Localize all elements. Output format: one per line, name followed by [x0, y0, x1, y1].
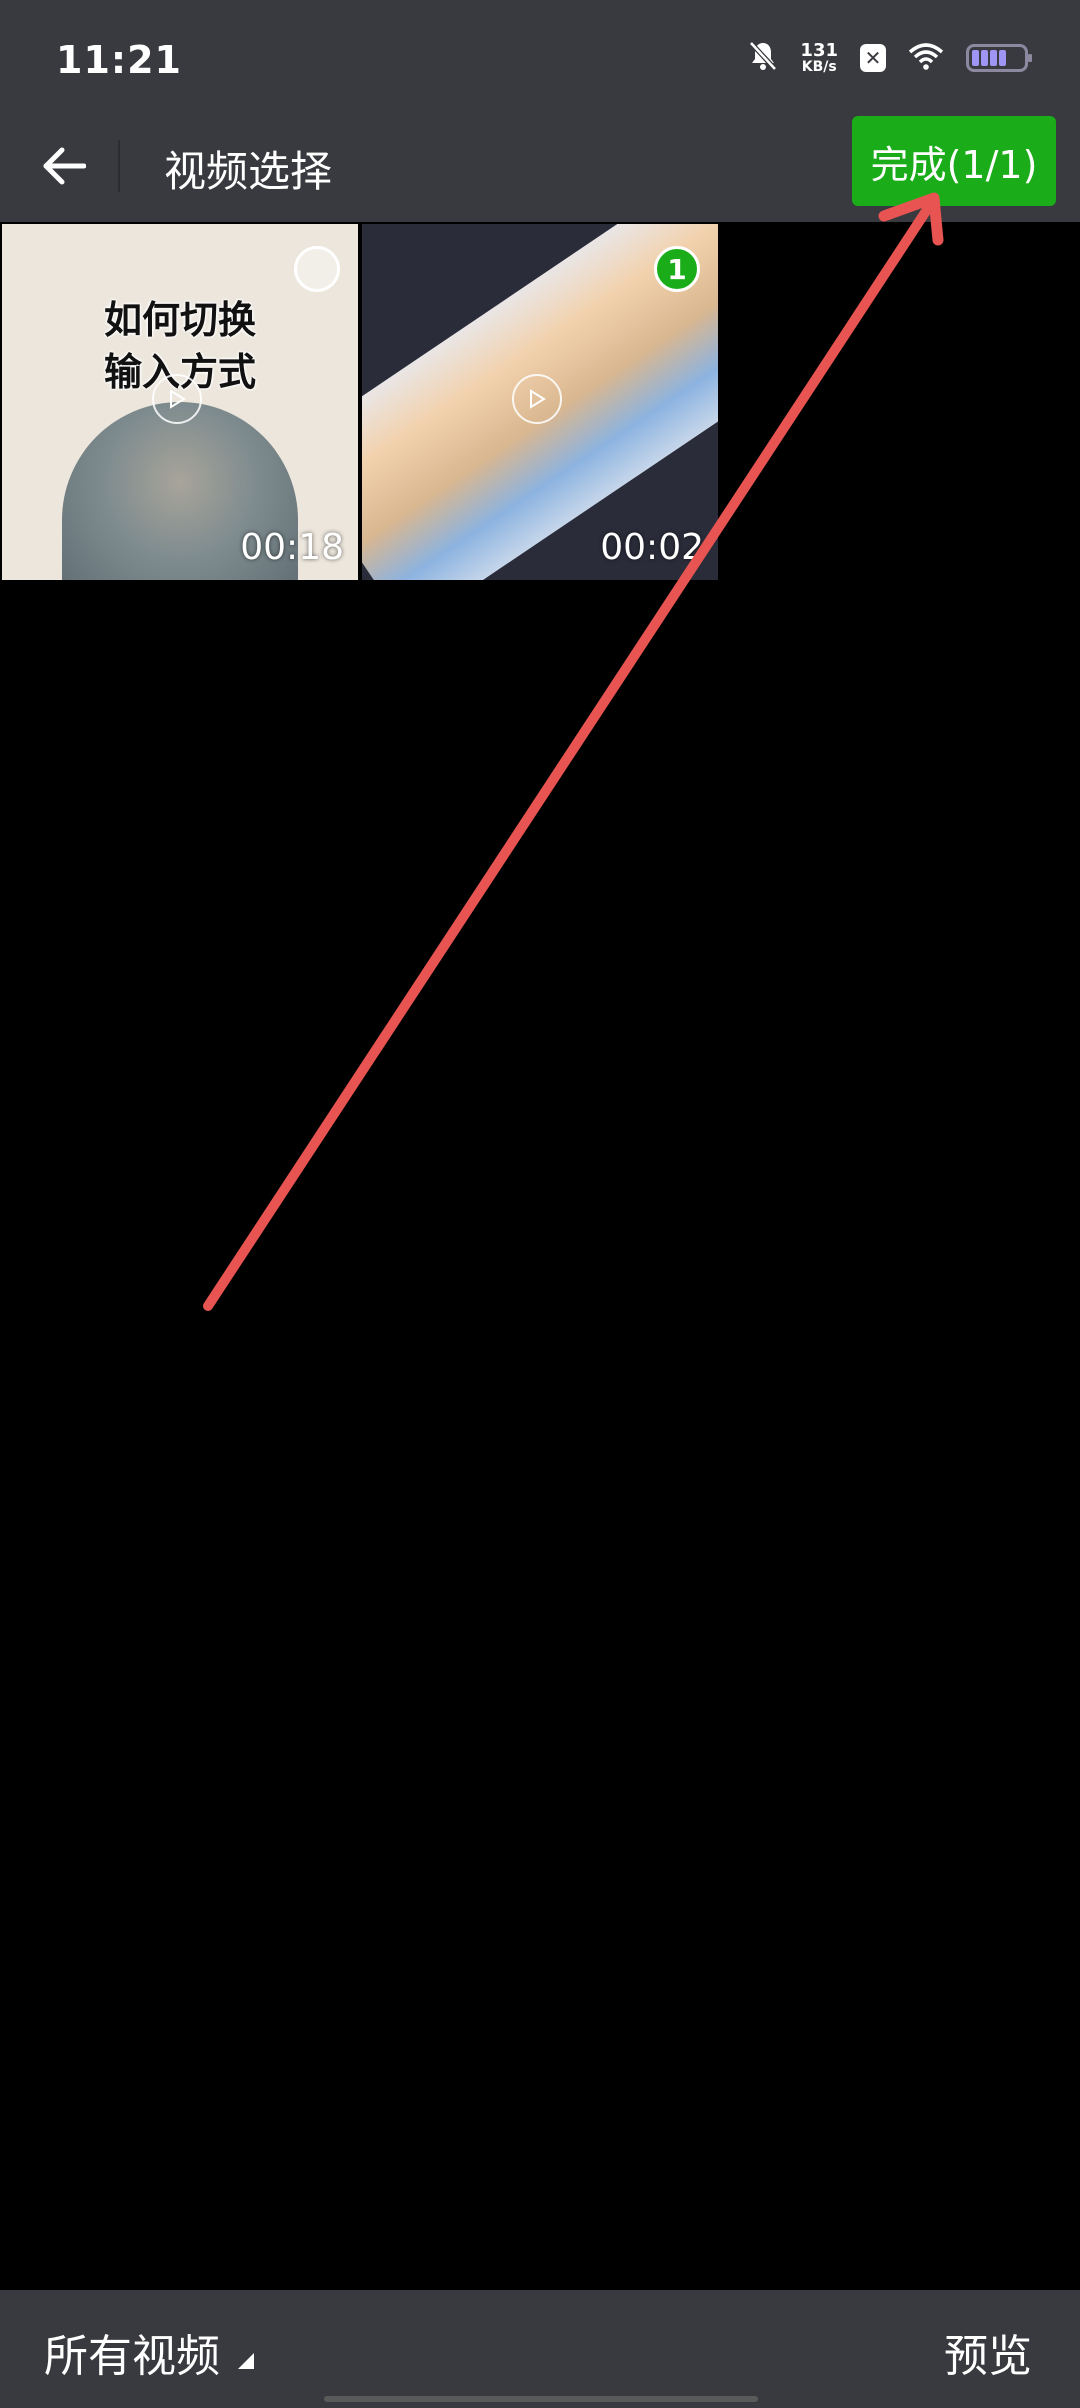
video-duration: 00:18 [240, 527, 344, 568]
home-indicator [324, 2396, 758, 2402]
status-bar: 11:21 131 KB/s ✕ [0, 0, 1080, 110]
bottom-bar: 所有视频 预览 [0, 2290, 1080, 2408]
x-app-icon: ✕ [860, 44, 886, 72]
preview-button[interactable]: 预览 [944, 2320, 1032, 2384]
play-icon [152, 374, 202, 424]
play-icon [512, 374, 562, 424]
page-title: 视频选择 [164, 147, 333, 196]
select-checkbox[interactable] [294, 246, 340, 292]
wifi-icon [908, 42, 944, 74]
caret-icon [238, 2353, 254, 2369]
album-selector[interactable]: 所有视频 [44, 2320, 254, 2384]
album-label: 所有视频 [44, 2331, 220, 2382]
back-button[interactable] [32, 134, 96, 198]
title-bar: 视频选择 完成(1/1) [0, 110, 1080, 222]
title-divider [118, 140, 120, 192]
status-icons: 131 KB/s ✕ [748, 40, 1032, 76]
net-speed: 131 KB/s [800, 40, 838, 75]
done-button[interactable]: 完成(1/1) [852, 116, 1056, 206]
video-duration: 00:02 [600, 527, 704, 568]
battery-icon [966, 44, 1032, 72]
net-speed-unit: KB/s [801, 59, 837, 75]
overlay-line-1: 如何切换 [103, 298, 256, 342]
status-time: 11:21 [56, 38, 182, 82]
video-thumbnail[interactable]: 1 00:02 [362, 224, 718, 580]
video-thumbnail[interactable]: 如何切换 输入方式 00:18 [2, 224, 358, 580]
bell-muted-icon [748, 40, 778, 76]
net-speed-value: 131 [800, 40, 838, 61]
arrow-left-icon [43, 147, 86, 185]
selected-badge[interactable]: 1 [654, 246, 700, 292]
